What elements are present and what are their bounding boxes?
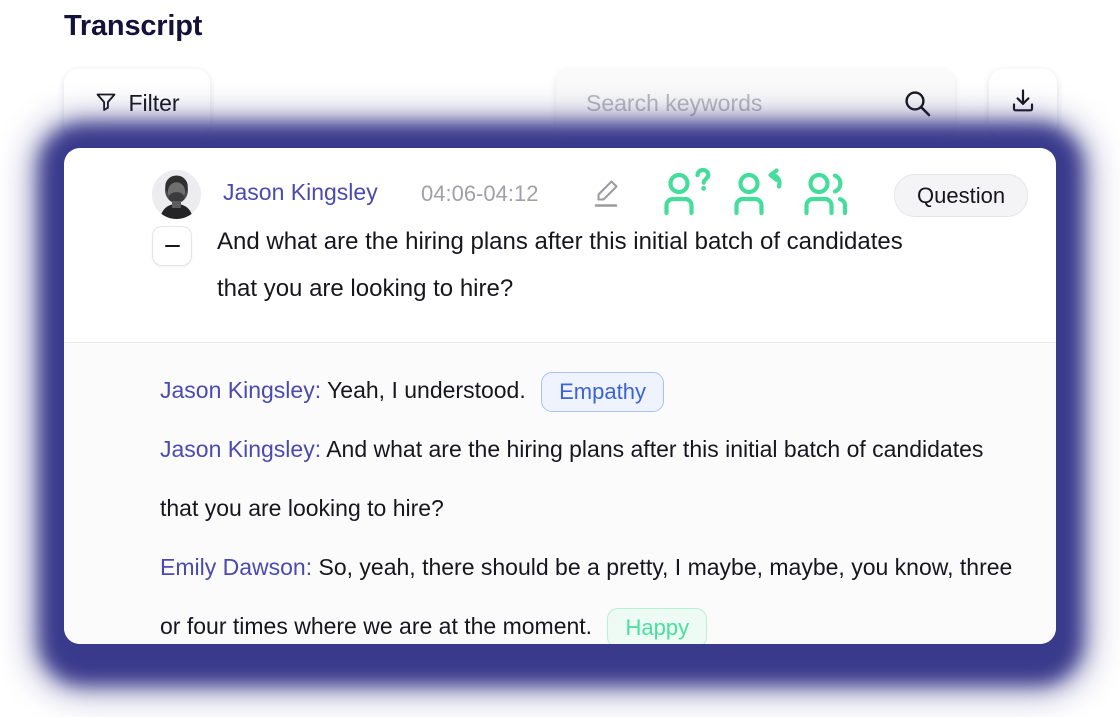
tag-icon-group bbox=[660, 167, 860, 223]
utterance-speaker: Jason Kingsley: bbox=[160, 436, 322, 462]
minus-collapse-icon[interactable] bbox=[152, 226, 192, 266]
transcript-card: Jason Kingsley 04:06-04:12 Question And … bbox=[64, 148, 1056, 644]
transcript-entry-header: Jason Kingsley 04:06-04:12 Question bbox=[64, 148, 1056, 219]
entry-timestamp: 04:06-04:12 bbox=[421, 181, 539, 206]
utterance-text: Yeah, I understood. bbox=[327, 377, 526, 403]
person-reply-icon[interactable] bbox=[730, 168, 786, 223]
person-group-icon[interactable] bbox=[800, 168, 860, 223]
page-title: Transcript bbox=[64, 10, 203, 42]
utterance-speaker: Jason Kingsley: bbox=[160, 377, 322, 403]
filter-label: Filter bbox=[128, 89, 180, 116]
list-item: Jason Kingsley: And what are the hiring … bbox=[64, 420, 1056, 538]
person-question-icon[interactable] bbox=[660, 167, 716, 223]
minus-bar bbox=[164, 244, 180, 248]
list-item: Jason Kingsley: Yeah, I understood. Empa… bbox=[64, 361, 1056, 420]
sentiment-chip-empathy[interactable]: Empathy bbox=[541, 371, 664, 412]
utterance-list: Jason Kingsley: Yeah, I understood. Empa… bbox=[64, 343, 1056, 644]
search-icon[interactable] bbox=[901, 87, 933, 119]
funnel-icon bbox=[94, 89, 118, 118]
category-badge[interactable]: Question bbox=[894, 174, 1029, 217]
entry-summary: And what are the hiring plans after this… bbox=[64, 218, 1056, 334]
entry-speaker-name: Jason Kingsley bbox=[223, 179, 378, 205]
sentiment-chip-happy[interactable]: Happy bbox=[607, 607, 708, 644]
avatar bbox=[152, 170, 201, 219]
utterance-speaker: Emily Dawson: bbox=[160, 554, 313, 580]
download-icon bbox=[1009, 87, 1037, 120]
entry-summary-text: And what are the hiring plans after this… bbox=[217, 228, 903, 302]
list-item: Emily Dawson: So, yeah, there should be … bbox=[64, 538, 1056, 644]
pencil-edit-icon[interactable] bbox=[589, 176, 623, 210]
